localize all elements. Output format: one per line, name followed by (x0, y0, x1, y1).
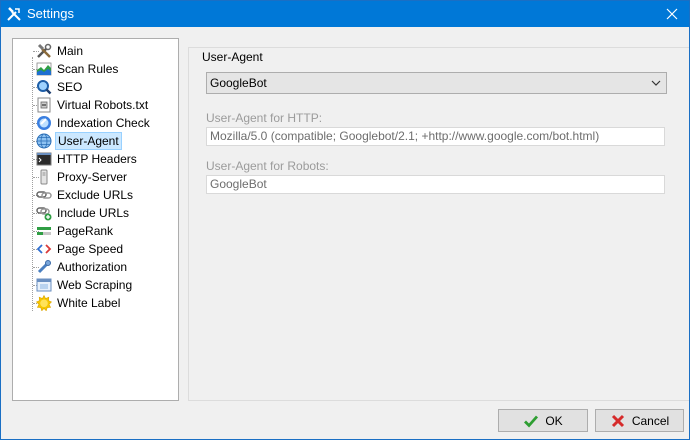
settings-window: Settings Main Scan Rules SEO Virtual Rob… (0, 0, 690, 440)
check-icon (524, 415, 539, 428)
settings-panel: User-Agent GoogleBot User-Agent for HTTP… (188, 38, 689, 401)
tree-item-label: PageRank (57, 224, 114, 238)
sun-icon (36, 295, 52, 311)
dialog-client-area: Main Scan Rules SEO Virtual Robots.txt I… (1, 27, 689, 439)
cancel-x-icon (611, 414, 624, 427)
window-title: Settings (27, 6, 74, 21)
chevron-down-icon (651, 80, 661, 86)
settings-tree[interactable]: Main Scan Rules SEO Virtual Robots.txt I… (12, 38, 179, 401)
globe-icon (36, 133, 52, 149)
link-remove-icon (36, 191, 52, 199)
ok-button-label: OK (545, 413, 563, 428)
server-icon (40, 169, 48, 185)
user-agent-select[interactable]: GoogleBot (206, 72, 667, 94)
tree-item-label: White Label (57, 296, 121, 310)
tree-connector-line (32, 57, 33, 311)
link-add-icon (36, 207, 52, 221)
tree-item-label: Web Scraping (57, 278, 133, 292)
close-icon (666, 8, 678, 20)
index-check-icon (37, 116, 51, 130)
robots-user-agent-label: User-Agent for Robots: (206, 159, 329, 173)
tree-item-label: Main (57, 44, 84, 58)
magnifier-icon (37, 80, 52, 95)
ok-button[interactable]: OK (498, 409, 588, 432)
title-bar[interactable]: Settings (1, 1, 689, 27)
tree-item-label: Page Speed (57, 242, 124, 256)
tree-item-label: Virtual Robots.txt (57, 98, 149, 112)
chart-icon (36, 62, 52, 76)
tree-item-label: HTTP Headers (57, 152, 137, 166)
pagerank-icon (37, 227, 51, 235)
tree-item-label: Include URLs (57, 206, 130, 220)
terminal-icon (36, 152, 52, 166)
key-icon (37, 260, 51, 274)
group-title: User-Agent (199, 50, 266, 64)
tree-item-label: Exclude URLs (57, 188, 134, 202)
user-agent-group: User-Agent GoogleBot User-Agent for HTTP… (188, 47, 689, 401)
tree-item-label: Scan Rules (57, 62, 119, 76)
robots-file-icon (37, 97, 51, 113)
tools-icon (37, 43, 52, 58)
cancel-button-label: Cancel (631, 413, 670, 428)
tree-item-label: Indexation Check (57, 116, 150, 130)
tree-item-label: Proxy-Server (57, 170, 128, 184)
user-agent-select-value: GoogleBot (210, 76, 267, 90)
tree-item-label: SEO (57, 80, 83, 94)
tree-item-label: Authorization (57, 260, 128, 274)
tools-icon (7, 7, 21, 21)
http-user-agent-label: User-Agent for HTTP: (206, 111, 323, 125)
web-scraping-icon (36, 278, 52, 292)
http-user-agent-field[interactable] (206, 127, 665, 146)
robots-user-agent-field[interactable] (206, 175, 665, 194)
code-icon (36, 244, 52, 254)
cancel-button[interactable]: Cancel (595, 409, 684, 432)
close-button[interactable] (655, 1, 689, 27)
tree-item-label: User-Agent (55, 132, 122, 150)
